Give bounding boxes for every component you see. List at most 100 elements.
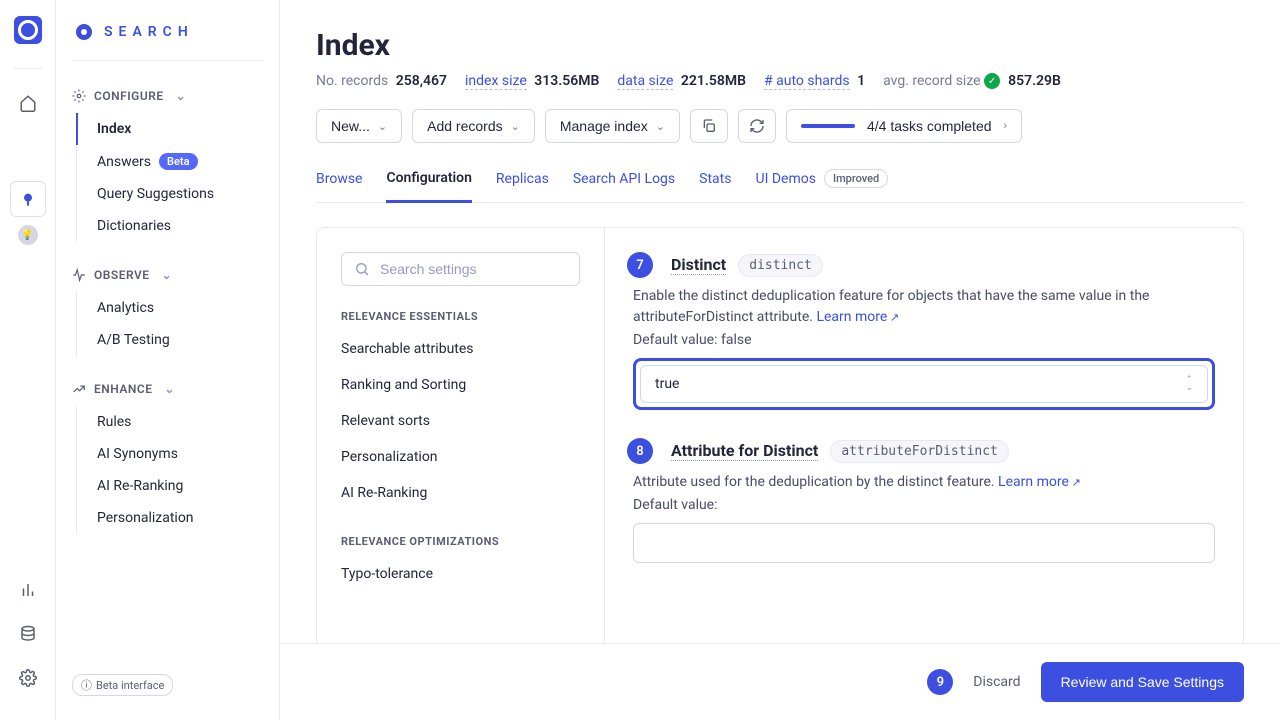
setting-attribute-for-distinct: 8 Attribute for Distinct attributeForDis… bbox=[633, 438, 1215, 563]
stepper-icon: ⌃⌄ bbox=[1185, 376, 1193, 392]
stat-index-size[interactable]: index size 313.56MB bbox=[465, 73, 599, 89]
tab-stats[interactable]: Stats bbox=[699, 163, 731, 202]
analytics-icon[interactable] bbox=[10, 572, 46, 608]
setting-title: Distinct bbox=[671, 255, 726, 275]
page-title: Index bbox=[316, 28, 1244, 63]
sidebar-item-index[interactable]: Index bbox=[76, 113, 263, 145]
cat-ai-reranking[interactable]: AI Re-Ranking bbox=[341, 475, 580, 511]
config-sidebar: RELEVANCE ESSENTIALS Searchable attribut… bbox=[317, 228, 605, 643]
cat-relevant-sorts[interactable]: Relevant sorts bbox=[341, 403, 580, 439]
sidebar-item-query-suggestions[interactable]: Query Suggestions bbox=[77, 178, 263, 210]
sidebar: SEARCH CONFIGURE ⌄ Index AnswersBeta Que… bbox=[56, 0, 280, 720]
select-value: true bbox=[655, 376, 679, 392]
chevron-down-icon: ⌄ bbox=[656, 120, 665, 133]
config-panel: RELEVANCE ESSENTIALS Searchable attribut… bbox=[316, 227, 1244, 643]
toolbar: New...⌄ Add records⌄ Manage index⌄ 4/4 t… bbox=[316, 109, 1244, 143]
content-scroll: Index No. records 258,467 index size 313… bbox=[280, 0, 1280, 643]
sidebar-item-ai-reranking[interactable]: AI Re-Ranking bbox=[77, 470, 263, 502]
cat-searchable-attributes[interactable]: Searchable attributes bbox=[341, 331, 580, 367]
setting-title: Attribute for Distinct bbox=[671, 441, 818, 461]
refresh-button[interactable] bbox=[738, 109, 776, 143]
index-stats: No. records 258,467 index size 313.56MB … bbox=[316, 73, 1244, 89]
new-button[interactable]: New...⌄ bbox=[316, 109, 402, 143]
brand-logo[interactable] bbox=[14, 16, 42, 44]
main-area: Index No. records 258,467 index size 313… bbox=[280, 0, 1280, 720]
group-observe[interactable]: OBSERVE ⌄ bbox=[72, 268, 263, 282]
group-label: ENHANCE bbox=[94, 382, 152, 396]
cat-ranking-sorting[interactable]: Ranking and Sorting bbox=[341, 367, 580, 403]
add-records-button[interactable]: Add records⌄ bbox=[412, 109, 535, 143]
search-rail-icon[interactable] bbox=[10, 181, 46, 217]
sidebar-item-personalization[interactable]: Personalization bbox=[77, 502, 263, 534]
learn-more-link[interactable]: Learn more bbox=[816, 309, 899, 325]
settings-icon[interactable] bbox=[10, 660, 46, 696]
chevron-down-icon: ⌄ bbox=[511, 120, 520, 133]
tab-configuration[interactable]: Configuration bbox=[386, 163, 471, 203]
beta-interface-chip[interactable]: Beta interface bbox=[72, 674, 173, 696]
setting-default: Default value: bbox=[633, 497, 1215, 513]
sidebar-item-rules[interactable]: Rules bbox=[77, 406, 263, 438]
review-save-button[interactable]: Review and Save Settings bbox=[1041, 662, 1244, 702]
distinct-select[interactable]: true ⌃⌄ bbox=[640, 365, 1208, 403]
discard-button[interactable]: Discard bbox=[973, 674, 1020, 690]
sidebar-item-analytics[interactable]: Analytics bbox=[77, 292, 263, 324]
sidebar-item-answers[interactable]: AnswersBeta bbox=[77, 145, 263, 178]
sidebar-divider bbox=[72, 60, 263, 61]
sidebar-title-text: SEARCH bbox=[104, 24, 194, 40]
setting-code: distinct bbox=[738, 254, 823, 277]
chevron-down-icon: ⌄ bbox=[176, 89, 187, 103]
rail-divider bbox=[14, 68, 42, 69]
chevron-down-icon: ⌄ bbox=[164, 382, 175, 396]
chevron-right-icon: › bbox=[1004, 120, 1008, 132]
tab-ui-demos[interactable]: UI DemosImproved bbox=[755, 163, 888, 202]
cat-typo-tolerance[interactable]: Typo-tolerance bbox=[341, 556, 580, 592]
group-configure[interactable]: CONFIGURE ⌄ bbox=[72, 89, 263, 103]
tab-browse[interactable]: Browse bbox=[316, 163, 362, 202]
stat-data-size[interactable]: data size 221.58MB bbox=[617, 73, 746, 89]
group-enhance-items: Rules AI Synonyms AI Re-Ranking Personal… bbox=[76, 406, 263, 534]
tabs: Browse Configuration Replicas Search API… bbox=[316, 163, 1244, 203]
tab-replicas[interactable]: Replicas bbox=[496, 163, 549, 202]
group-enhance[interactable]: ENHANCE ⌄ bbox=[72, 382, 263, 396]
database-icon[interactable] bbox=[10, 616, 46, 652]
tasks-button[interactable]: 4/4 tasks completed› bbox=[786, 109, 1022, 143]
sidebar-title: SEARCH bbox=[72, 24, 263, 40]
chevron-down-icon: ⌄ bbox=[378, 120, 387, 133]
search-settings-input-wrap[interactable] bbox=[341, 252, 580, 286]
setting-default: Default value: false bbox=[633, 332, 1215, 348]
home-icon[interactable] bbox=[10, 85, 46, 121]
sidebar-item-dictionaries[interactable]: Dictionaries bbox=[77, 210, 263, 242]
icon-rail: 💡 bbox=[0, 0, 56, 720]
distinct-select-highlight: true ⌃⌄ bbox=[633, 358, 1215, 410]
group-observe-items: Analytics A/B Testing bbox=[76, 292, 263, 356]
learn-more-link[interactable]: Learn more bbox=[998, 474, 1081, 490]
footer-bar: 9 Discard Review and Save Settings bbox=[280, 643, 1280, 720]
attribute-for-distinct-input[interactable] bbox=[633, 523, 1215, 563]
cat-personalization[interactable]: Personalization bbox=[341, 439, 580, 475]
check-icon: ✓ bbox=[984, 73, 1000, 89]
tab-search-api-logs[interactable]: Search API Logs bbox=[573, 163, 675, 202]
copy-button[interactable] bbox=[690, 109, 728, 143]
trend-icon bbox=[72, 382, 86, 396]
setting-distinct: 7 Distinct distinct Enable the distinct … bbox=[633, 252, 1215, 410]
sidebar-item-ai-synonyms[interactable]: AI Synonyms bbox=[77, 438, 263, 470]
search-settings-input[interactable] bbox=[380, 261, 567, 277]
stat-shards[interactable]: # auto shards 1 bbox=[764, 73, 865, 89]
sidebar-item-ab-testing[interactable]: A/B Testing bbox=[77, 324, 263, 356]
config-main: 7 Distinct distinct Enable the distinct … bbox=[605, 228, 1243, 643]
chevron-down-icon: ⌄ bbox=[162, 268, 173, 282]
hint-icon[interactable]: 💡 bbox=[18, 225, 38, 245]
group-configure-items: Index AnswersBeta Query Suggestions Dict… bbox=[76, 113, 263, 242]
stat-records: No. records 258,467 bbox=[316, 73, 447, 89]
step-badge-8: 8 bbox=[627, 438, 653, 464]
progress-bar bbox=[801, 124, 855, 128]
setting-code: attributeForDistinct bbox=[830, 440, 1009, 463]
setting-description: Enable the distinct deduplication featur… bbox=[633, 286, 1215, 328]
stat-avg-size: avg. record size ✓857.29B bbox=[883, 73, 1061, 89]
copy-icon bbox=[701, 118, 717, 134]
manage-index-button[interactable]: Manage index⌄ bbox=[545, 109, 680, 143]
refresh-icon bbox=[749, 118, 765, 134]
improved-chip: Improved bbox=[824, 169, 888, 188]
step-badge-7: 7 bbox=[627, 252, 653, 278]
group-label: OBSERVE bbox=[94, 268, 150, 282]
